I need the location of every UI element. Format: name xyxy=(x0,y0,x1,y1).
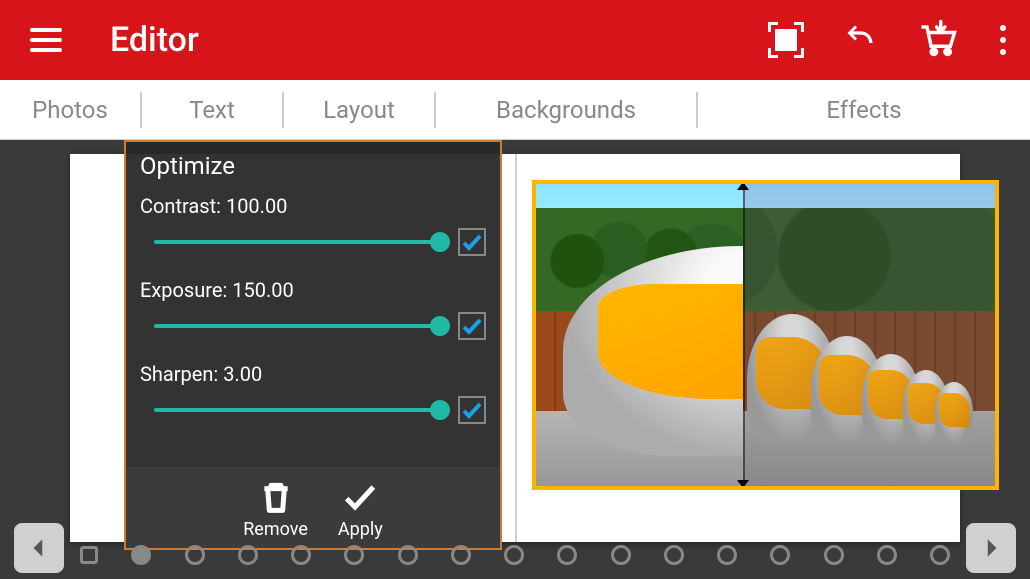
page-dot[interactable] xyxy=(717,545,737,565)
header-actions xyxy=(768,16,1010,64)
exposure-label: Exposure: 150.00 xyxy=(140,278,486,302)
remove-label: Remove xyxy=(243,519,308,540)
menu-button[interactable] xyxy=(30,20,70,60)
sharpen-row: Sharpen: 3.00 xyxy=(126,354,500,424)
prev-page-button[interactable] xyxy=(14,523,64,573)
contrast-row: Contrast: 100.00 xyxy=(126,186,500,256)
page-dot[interactable] xyxy=(557,545,577,565)
tab-effects[interactable]: Effects xyxy=(698,96,1030,124)
contrast-slider[interactable] xyxy=(154,240,440,244)
page-dot[interactable] xyxy=(877,545,897,565)
editor-canvas: After Before Optimize Contrast: 100.00 E… xyxy=(0,140,1030,579)
before-after-labels: After Before xyxy=(672,180,814,184)
book-spine xyxy=(515,154,517,542)
sharpen-label: Sharpen: 3.00 xyxy=(140,362,486,386)
remove-button[interactable]: Remove xyxy=(243,477,308,540)
apply-label: Apply xyxy=(338,519,383,540)
slider-thumb[interactable] xyxy=(430,316,450,336)
optimize-panel: Optimize Contrast: 100.00 Exposure: 150.… xyxy=(124,140,502,550)
apply-button[interactable]: Apply xyxy=(338,477,383,540)
sharpen-checkbox[interactable] xyxy=(458,396,486,424)
frame-select-icon[interactable] xyxy=(768,22,804,58)
page-dot[interactable] xyxy=(291,545,311,565)
exposure-checkbox[interactable] xyxy=(458,312,486,340)
contrast-label: Contrast: 100.00 xyxy=(140,194,486,218)
cart-button[interactable] xyxy=(916,16,960,64)
page-dot[interactable] xyxy=(611,545,631,565)
page-title: Editor xyxy=(110,20,768,60)
tab-text[interactable]: Text xyxy=(142,96,282,124)
page-dots xyxy=(80,545,950,565)
sharpen-slider[interactable] xyxy=(154,408,440,412)
page-dot[interactable] xyxy=(770,545,790,565)
slider-thumb[interactable] xyxy=(430,400,450,420)
next-page-button[interactable] xyxy=(966,523,1016,573)
page-dot[interactable] xyxy=(504,545,524,565)
page-dot[interactable] xyxy=(238,545,258,565)
tab-photos[interactable]: Photos xyxy=(0,96,140,124)
page-dot[interactable] xyxy=(664,545,684,565)
tab-backgrounds[interactable]: Backgrounds xyxy=(436,96,696,124)
exposure-slider[interactable] xyxy=(154,324,440,328)
page-dot[interactable] xyxy=(451,545,471,565)
panel-actions: Remove Apply xyxy=(126,467,500,548)
after-label: After xyxy=(680,180,725,184)
slider-thumb[interactable] xyxy=(430,232,450,252)
page-dot[interactable] xyxy=(131,545,151,565)
before-label: Before xyxy=(746,180,806,184)
contrast-checkbox[interactable] xyxy=(458,228,486,256)
page-dot[interactable] xyxy=(398,545,418,565)
page-dot[interactable] xyxy=(344,545,364,565)
page-dot[interactable] xyxy=(824,545,844,565)
before-after-divider[interactable] xyxy=(743,184,745,486)
page-dot-cover[interactable] xyxy=(80,546,98,564)
more-menu-button[interactable] xyxy=(996,21,1010,59)
page-dot[interactable] xyxy=(185,545,205,565)
undo-button[interactable] xyxy=(840,18,880,62)
tabs-bar: Photos Text Layout Backgrounds Effects xyxy=(0,80,1030,140)
divider-handle-bottom[interactable] xyxy=(737,480,749,488)
panel-title: Optimize xyxy=(126,142,500,186)
photo-preview[interactable]: After Before xyxy=(532,180,999,490)
exposure-row: Exposure: 150.00 xyxy=(126,270,500,340)
app-header: Editor xyxy=(0,0,1030,80)
tab-layout[interactable]: Layout xyxy=(284,96,434,124)
page-dot[interactable] xyxy=(930,545,950,565)
